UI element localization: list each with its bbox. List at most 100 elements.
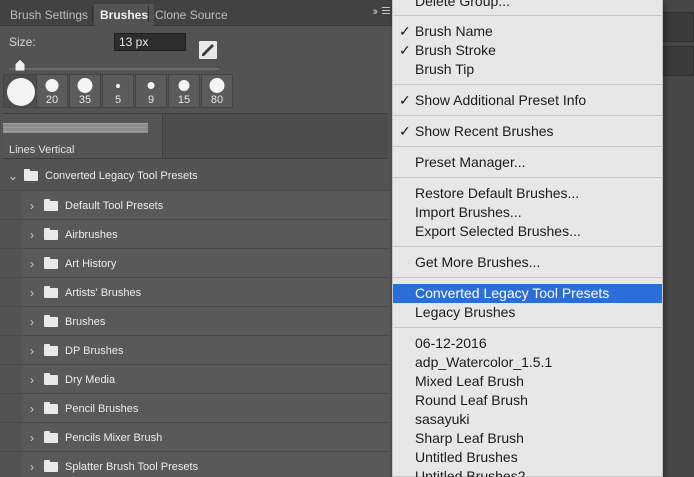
tab-brushes[interactable]: Brushes xyxy=(94,4,155,26)
size-slider-thumb[interactable] xyxy=(15,59,26,71)
brush-preset-swatch[interactable]: 15 xyxy=(168,74,200,108)
menu-item-brush-set[interactable]: sasayuki xyxy=(393,410,662,429)
menu-item-label: Round Leaf Brush xyxy=(415,392,528,408)
tab-brush-settings[interactable]: Brush Settings xyxy=(4,4,94,26)
menu-item-preset-manager[interactable]: Preset Manager... xyxy=(393,153,662,172)
chevron-right-icon[interactable]: › xyxy=(30,257,34,271)
preset-group-root[interactable]: ⌄ Converted Legacy Tool Presets xyxy=(0,161,390,190)
background-field xyxy=(662,12,694,42)
menu-item-brush-tip[interactable]: Brush Tip xyxy=(393,60,662,79)
brush-stroke-image xyxy=(3,123,148,133)
menu-separator xyxy=(393,327,662,328)
brush-tip-button[interactable] xyxy=(199,41,217,59)
menu-item-brush-set[interactable]: adp_Watercolor_1.5.1 xyxy=(393,353,662,372)
menu-item-show-recent-brushes[interactable]: ✓ Show Recent Brushes xyxy=(393,122,662,141)
preset-group-label: Pencils Mixer Brush xyxy=(65,432,163,444)
menu-item-label: Converted Legacy Tool Presets xyxy=(415,285,610,301)
list-item[interactable]: › Default Tool Presets xyxy=(0,190,390,219)
menu-item-brush-set[interactable]: Sharp Leaf Brush xyxy=(393,429,662,448)
menu-item-import-brushes[interactable]: Import Brushes... xyxy=(393,203,662,222)
brush-size-label: 80 xyxy=(210,94,224,106)
menu-item-legacy-brushes[interactable]: Legacy Brushes xyxy=(393,303,662,322)
folder-icon xyxy=(44,286,58,298)
chevron-right-icon[interactable]: › xyxy=(30,460,34,474)
tab-divider xyxy=(92,6,93,22)
menu-item-show-additional-preset-info[interactable]: ✓ Show Additional Preset Info xyxy=(393,91,662,110)
menu-item-label: 06-12-2016 xyxy=(415,335,487,351)
menu-item-label: Mixed Leaf Brush xyxy=(415,373,524,389)
stroke-preview-caption: Lines Vertical xyxy=(9,144,75,156)
recent-brushes: 20 35 5 9 15 80 xyxy=(3,74,233,110)
menu-item-label: Import Brushes... xyxy=(415,204,522,220)
menu-item-delete-group[interactable]: Delete Group... xyxy=(393,0,662,11)
chevron-right-icon[interactable]: › xyxy=(30,315,34,329)
menu-item-get-more-brushes[interactable]: Get More Brushes... xyxy=(393,253,662,272)
menu-item-brush-name[interactable]: ✓ Brush Name xyxy=(393,22,662,41)
folder-icon xyxy=(44,257,58,269)
preset-group-label: Pencil Brushes xyxy=(65,403,139,415)
menu-item-brush-stroke[interactable]: ✓ Brush Stroke xyxy=(393,41,662,60)
chevron-down-icon[interactable]: ⌄ xyxy=(8,169,18,183)
list-item[interactable]: › Splatter Brush Tool Presets xyxy=(0,451,390,477)
menu-item-export-selected-brushes[interactable]: Export Selected Brushes... xyxy=(393,222,662,241)
preset-group-label: DP Brushes xyxy=(65,345,124,357)
menu-item-brush-set[interactable]: Round Leaf Brush xyxy=(393,391,662,410)
size-slider-track[interactable] xyxy=(9,68,219,70)
list-item[interactable]: › Brushes xyxy=(0,306,390,335)
chevron-right-icon[interactable]: › xyxy=(30,286,34,300)
menu-separator xyxy=(393,277,662,278)
folder-icon xyxy=(44,460,58,472)
folder-icon xyxy=(44,373,58,385)
menu-item-brush-set[interactable]: Untitled Brushes xyxy=(393,448,662,467)
list-item[interactable]: › Pencil Brushes xyxy=(0,393,390,422)
menu-separator xyxy=(393,15,662,16)
brushes-panel: Brush Settings Brushes Clone Source ›› S… xyxy=(0,0,392,477)
tab-clone-source[interactable]: Clone Source xyxy=(149,4,234,26)
brush-preset-swatch[interactable]: 35 xyxy=(69,74,101,108)
chevron-right-icon[interactable]: › xyxy=(30,344,34,358)
folder-icon xyxy=(44,402,58,414)
menu-item-brush-set[interactable]: Untitled Brushes2 xyxy=(393,467,662,477)
brush-stroke-preview[interactable]: Lines Vertical xyxy=(3,113,388,159)
size-label: Size: xyxy=(9,35,36,49)
menu-item-converted-legacy-tool-presets[interactable]: Converted Legacy Tool Presets xyxy=(393,284,662,303)
brush-preset-swatch[interactable] xyxy=(3,74,38,108)
list-item[interactable]: › Artists' Brushes xyxy=(0,277,390,306)
size-input[interactable] xyxy=(114,33,186,51)
list-item[interactable]: › Art History xyxy=(0,248,390,277)
preset-group-label: Brushes xyxy=(65,316,106,328)
menu-separator xyxy=(393,146,662,147)
chevron-right-icon[interactable]: › xyxy=(30,228,34,242)
brush-icon xyxy=(202,44,214,56)
brush-size-label: 15 xyxy=(177,94,191,106)
chevron-right-icon[interactable]: › xyxy=(30,199,34,213)
check-icon: ✓ xyxy=(399,123,411,139)
list-item[interactable]: › Pencils Mixer Brush xyxy=(0,422,390,451)
menu-item-brush-set[interactable]: 06-12-2016 xyxy=(393,334,662,353)
menu-item-brush-set[interactable]: Mixed Leaf Brush xyxy=(393,372,662,391)
list-item[interactable]: › Dry Media xyxy=(0,364,390,393)
menu-item-label: Export Selected Brushes... xyxy=(415,223,581,239)
chevron-right-icon[interactable]: › xyxy=(30,373,34,387)
preset-group-label: Converted Legacy Tool Presets xyxy=(45,170,198,182)
brush-preset-swatch[interactable]: 80 xyxy=(201,74,233,108)
menu-item-label: Restore Default Brushes... xyxy=(415,185,580,201)
double-chevron-icon[interactable]: ›› xyxy=(373,6,379,18)
menu-item-label: Show Additional Preset Info xyxy=(415,92,587,108)
list-item[interactable]: › DP Brushes xyxy=(0,335,390,364)
hamburger-icon[interactable] xyxy=(382,7,390,16)
chevron-right-icon[interactable]: › xyxy=(30,402,34,416)
menu-item-label: Show Recent Brushes xyxy=(415,123,554,139)
chevron-right-icon[interactable]: › xyxy=(30,431,34,445)
menu-item-restore-default-brushes[interactable]: Restore Default Brushes... xyxy=(393,184,662,203)
menu-separator xyxy=(393,177,662,178)
brush-preset-swatch[interactable]: 20 xyxy=(36,74,68,108)
menu-item-label: Get More Brushes... xyxy=(415,254,541,270)
panel-tab-bar: Brush Settings Brushes Clone Source ›› xyxy=(0,0,392,26)
brush-preset-swatch[interactable]: 9 xyxy=(135,74,167,108)
check-icon: ✓ xyxy=(399,92,411,108)
folder-icon xyxy=(44,344,58,356)
menu-item-label: Delete Group... xyxy=(415,0,510,9)
brush-preset-swatch[interactable]: 5 xyxy=(102,74,134,108)
list-item[interactable]: › Airbrushes xyxy=(0,219,390,248)
